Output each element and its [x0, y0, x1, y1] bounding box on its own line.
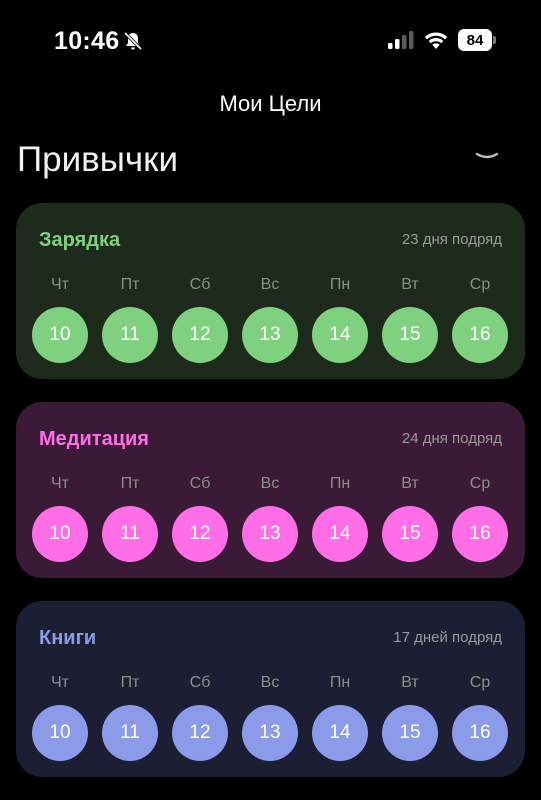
weekday-label: Пт — [120, 276, 140, 293]
weekday-label: Пн — [329, 475, 351, 492]
habit-days: Чт 10 Пт 11 Сб 12 Вс 13 Пн 14 Вт 15 Ср 16 — [32, 275, 510, 365]
battery-icon: 84 — [458, 29, 498, 51]
weekday-label: Сб — [189, 276, 211, 293]
day-toggle-button[interactable]: 14 — [312, 506, 368, 562]
habit-day: Пт 11 — [102, 275, 158, 363]
section-title: Привычки — [17, 140, 179, 179]
day-toggle-button[interactable]: 12 — [172, 705, 228, 761]
habit-day: Сб 12 — [172, 673, 228, 761]
habit-day: Вс 13 — [242, 673, 298, 761]
page-title: Мои Цели — [219, 91, 322, 116]
day-toggle-button[interactable]: 14 — [312, 307, 368, 363]
day-toggle-button[interactable]: 15 — [382, 705, 438, 761]
habit-card[interactable]: Книги 17 дней подряд Чт 10 Пт 11 Сб 12 Вс 13 Пн 14 В… — [16, 601, 525, 777]
habit-day: Сб 12 — [172, 275, 228, 363]
battery-cap — [493, 36, 496, 44]
weekday-label: Ср — [469, 674, 491, 691]
habit-day: Чт 10 — [32, 673, 88, 761]
cellular-signal-icon — [388, 31, 414, 49]
day-toggle-button[interactable]: 10 — [32, 307, 88, 363]
day-toggle-button[interactable]: 16 — [452, 307, 508, 363]
day-toggle-button[interactable]: 13 — [242, 307, 298, 363]
weekday-label: Пн — [329, 276, 351, 293]
habit-card[interactable]: Зарядка 23 дня подряд Чт 10 Пт 11 Сб 12 Вс 13 Пн 14… — [16, 203, 525, 379]
day-toggle-button[interactable]: 13 — [242, 506, 298, 562]
habit-days: Чт 10 Пт 11 Сб 12 Вс 13 Пн 14 Вт 15 Ср 16 — [32, 673, 510, 763]
weekday-label: Ср — [469, 475, 491, 492]
day-toggle-button[interactable]: 16 — [452, 705, 508, 761]
weekday-label: Вс — [260, 475, 280, 492]
habit-day: Пн 14 — [312, 275, 368, 363]
day-toggle-button[interactable]: 12 — [172, 506, 228, 562]
screen: 10:46 84 Мои Цели Привычки Зарядка 23 дня… — [0, 0, 541, 800]
habit-day: Ср 16 — [452, 474, 508, 562]
weekday-label: Чт — [51, 276, 69, 293]
habit-card[interactable]: Медитация 24 дня подряд Чт 10 Пт 11 Сб 12 Вс 13 Пн… — [16, 402, 525, 578]
day-toggle-button[interactable]: 15 — [382, 307, 438, 363]
habit-day: Ср 16 — [452, 673, 508, 761]
habit-day: Вт 15 — [382, 275, 438, 363]
day-toggle-button[interactable]: 14 — [312, 705, 368, 761]
weekday-label: Пт — [120, 674, 140, 691]
habit-day: Сб 12 — [172, 474, 228, 562]
habit-day: Чт 10 — [32, 474, 88, 562]
habit-day: Пт 11 — [102, 673, 158, 761]
habit-title: Книги — [39, 627, 97, 649]
habit-streak: 23 дня подряд — [401, 231, 502, 248]
weekday-label: Сб — [189, 674, 211, 691]
day-toggle-button[interactable]: 11 — [102, 705, 158, 761]
habit-day: Вс 13 — [242, 275, 298, 363]
weekday-label: Сб — [189, 475, 211, 492]
habit-streak: 24 дня подряд — [401, 430, 502, 447]
chevron-down-icon[interactable] — [474, 148, 500, 164]
habit-title: Медитация — [39, 428, 149, 450]
habit-day: Пн 14 — [312, 474, 368, 562]
habit-day: Ср 16 — [452, 275, 508, 363]
day-toggle-button[interactable]: 13 — [242, 705, 298, 761]
day-toggle-button[interactable]: 16 — [452, 506, 508, 562]
habit-day: Пн 14 — [312, 673, 368, 761]
weekday-label: Вс — [260, 674, 280, 691]
weekday-label: Вт — [401, 674, 419, 691]
status-bar: 10:46 84 — [0, 0, 541, 80]
habit-days: Чт 10 Пт 11 Сб 12 Вс 13 Пн 14 Вт 15 Ср 16 — [32, 474, 510, 564]
weekday-label: Вт — [401, 276, 419, 293]
weekday-label: Чт — [51, 475, 69, 492]
habit-day: Чт 10 — [32, 275, 88, 363]
wifi-icon — [424, 32, 448, 49]
habit-day: Вс 13 — [242, 474, 298, 562]
weekday-label: Вт — [401, 475, 419, 492]
day-toggle-button[interactable]: 11 — [102, 506, 158, 562]
day-toggle-button[interactable]: 11 — [102, 307, 158, 363]
status-time: 10:46 — [54, 27, 120, 55]
day-toggle-button[interactable]: 10 — [32, 705, 88, 761]
habit-day: Вт 15 — [382, 474, 438, 562]
habit-title: Зарядка — [39, 229, 121, 251]
day-toggle-button[interactable]: 15 — [382, 506, 438, 562]
day-toggle-button[interactable]: 12 — [172, 307, 228, 363]
weekday-label: Пт — [120, 475, 140, 492]
weekday-label: Пн — [329, 674, 351, 691]
habit-streak: 17 дней подряд — [393, 629, 502, 646]
battery-level: 84 — [458, 29, 492, 51]
habit-day: Вт 15 — [382, 673, 438, 761]
weekday-label: Ср — [469, 276, 491, 293]
weekday-label: Вс — [260, 276, 280, 293]
day-toggle-button[interactable]: 10 — [32, 506, 88, 562]
bell-slash-icon — [123, 31, 143, 51]
weekday-label: Чт — [51, 674, 69, 691]
habit-day: Пт 11 — [102, 474, 158, 562]
